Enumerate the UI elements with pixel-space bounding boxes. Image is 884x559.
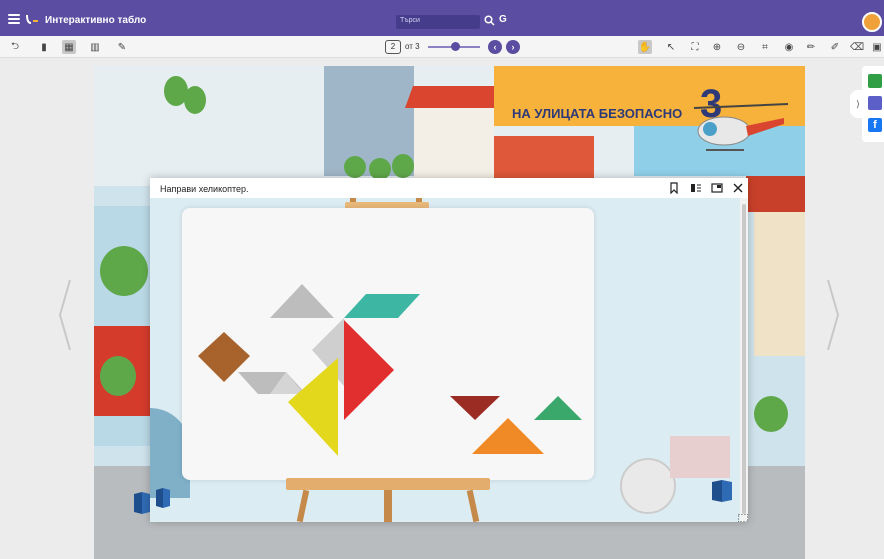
tangram-gray-small-triangle[interactable] — [270, 284, 334, 318]
toolbar: ⮌ ▮ ▦ ▥ ✎ 2 от 3 ‹ › ✋ ↖ ⛶ ⊕ ⊖ ⌗ ◉ ✏ ✐ ⌫… — [0, 36, 884, 58]
modal-scrollbar[interactable] — [740, 198, 748, 522]
easel-leg — [384, 490, 392, 522]
classroom-icon[interactable] — [868, 74, 882, 88]
edit-icon[interactable]: ✎ — [115, 40, 129, 54]
ball-decoration — [620, 458, 676, 514]
app-title: Интерактивно табло — [45, 15, 147, 26]
resize-handle-icon[interactable] — [738, 514, 748, 522]
tree — [100, 246, 148, 296]
prev-page-arrow-icon[interactable] — [58, 280, 72, 350]
tangram-yellow-triangle[interactable] — [288, 358, 338, 456]
share-panel: f — [862, 66, 884, 142]
tree — [344, 156, 366, 178]
hand-tool-icon[interactable]: ✋ — [638, 40, 652, 54]
scrollbar-thumb[interactable] — [742, 204, 746, 514]
roof — [746, 176, 805, 212]
building — [414, 96, 494, 186]
next-page-button[interactable]: › — [506, 40, 520, 54]
double-page-icon[interactable]: ▦ — [62, 40, 76, 54]
search-icon[interactable] — [484, 15, 495, 26]
google-icon[interactable]: G — [499, 14, 507, 25]
tree — [754, 396, 788, 432]
publisher-logo — [156, 488, 170, 508]
helicopter-icon — [693, 103, 789, 151]
books-decoration — [670, 436, 730, 478]
window-icon[interactable] — [711, 182, 723, 194]
teams-icon[interactable] — [868, 96, 882, 110]
pencil-icon[interactable]: ✏ — [804, 40, 818, 54]
eraser-icon[interactable]: ⌫ — [850, 40, 864, 54]
modal-title: Направи хеликоптер. — [160, 184, 249, 194]
undo-icon[interactable]: ⮌ — [8, 40, 22, 54]
tangram-green-triangle[interactable] — [534, 396, 582, 420]
tangram-helicopter — [198, 284, 582, 456]
tree — [184, 86, 206, 114]
app-bar: Интерактивно табло Търси G — [0, 0, 884, 40]
tree — [392, 154, 414, 178]
fullscreen-icon[interactable]: ⛶ — [688, 40, 702, 54]
easel-ledge — [286, 478, 490, 490]
marker-icon[interactable]: ✐ — [828, 40, 842, 54]
tangram-darkred-triangle[interactable] — [450, 396, 500, 420]
tangram-board[interactable] — [182, 208, 594, 480]
facebook-icon[interactable]: f — [868, 118, 882, 132]
zoom-in-icon[interactable]: ⊕ — [710, 40, 724, 54]
spread-icon[interactable]: ▥ — [88, 40, 102, 54]
tree — [100, 356, 136, 396]
columns-icon[interactable] — [690, 182, 702, 194]
publisher-logo — [712, 480, 732, 502]
publisher-logo — [134, 492, 150, 514]
single-page-icon[interactable]: ▮ — [37, 40, 51, 54]
page-total: от 3 — [405, 42, 420, 51]
tangram-orange-triangle[interactable] — [472, 418, 544, 454]
page-number-input[interactable]: 2 — [385, 40, 401, 54]
zoom-out-icon[interactable]: ⊖ — [734, 40, 748, 54]
save-icon[interactable]: ▣ — [870, 40, 884, 54]
tangram-red-triangle[interactable] — [344, 320, 394, 420]
easel-leg — [296, 489, 310, 522]
crop-icon[interactable]: ⌗ — [758, 40, 772, 54]
tree — [369, 158, 391, 180]
easel-leg — [466, 489, 480, 522]
pointer-icon[interactable]: ↖ — [664, 40, 678, 54]
eye-icon[interactable]: ◉ — [782, 40, 796, 54]
page-title: НА УЛИЦАТА БЕЗОПАСНО — [512, 106, 683, 121]
prev-page-button[interactable]: ‹ — [488, 40, 502, 54]
app-logo — [26, 14, 38, 24]
modal-header: Направи хеликоптер. — [150, 178, 748, 198]
zoom-slider-knob[interactable] — [451, 42, 460, 51]
user-avatar[interactable] — [862, 12, 882, 32]
close-icon[interactable] — [732, 182, 744, 194]
modal-body — [150, 198, 740, 522]
activity-modal: Направи хеликоптер. — [150, 178, 748, 522]
hamburger-menu-icon[interactable] — [8, 14, 20, 24]
search-input[interactable]: Търси — [396, 15, 480, 29]
next-page-arrow-icon[interactable] — [826, 280, 840, 350]
tangram-teal-parallelogram[interactable] — [344, 294, 420, 318]
bookmark-icon[interactable] — [668, 182, 680, 194]
